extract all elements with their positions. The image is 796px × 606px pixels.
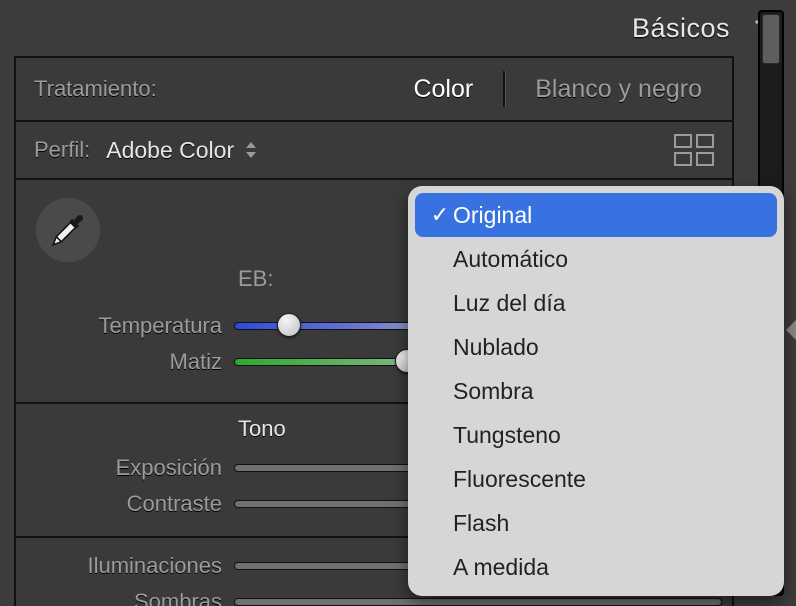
wb-menu-item-label: Automático	[453, 246, 568, 273]
treatment-separator	[503, 71, 505, 107]
profile-value[interactable]: Adobe Color	[106, 137, 234, 164]
temperature-label: Temperatura	[16, 313, 234, 339]
contrast-label: Contraste	[16, 491, 234, 517]
highlights-label: Iluminaciones	[16, 553, 234, 579]
develop-basic-panel: Básicos Tratamiento: Color Blanco y negr…	[0, 0, 796, 606]
profile-row: Perfil: Adobe Color	[16, 122, 732, 180]
profile-label: Perfil:	[34, 137, 90, 163]
panel-title: Básicos	[632, 13, 730, 44]
wb-menu-item-label: Fluorescente	[453, 466, 586, 493]
wb-menu-item-label: Luz del día	[453, 290, 566, 317]
wb-menu-item-label: A medida	[453, 554, 549, 581]
wb-menu-item[interactable]: Tungsteno	[415, 413, 777, 457]
treatment-row: Tratamiento: Color Blanco y negro	[16, 58, 732, 122]
wb-menu-item[interactable]: Sombra	[415, 369, 777, 413]
wb-menu-item-label: Original	[453, 202, 532, 229]
treatment-label: Tratamiento:	[34, 76, 157, 102]
white-balance-dropper-button[interactable]	[36, 198, 100, 262]
wb-menu-item[interactable]: Automático	[415, 237, 777, 281]
tint-label: Matiz	[16, 349, 234, 375]
tone-title: Tono	[238, 416, 286, 442]
shadows-slider[interactable]	[234, 598, 722, 606]
wb-menu-item[interactable]: Fluorescente	[415, 457, 777, 501]
temperature-knob[interactable]	[277, 313, 301, 337]
wb-menu-item-label: Flash	[453, 510, 509, 537]
wb-menu-item[interactable]: A medida	[415, 545, 777, 589]
eyedropper-icon	[44, 206, 92, 254]
wb-preset-menu[interactable]: ✓Original Automático Luz del día Nublado Som…	[408, 186, 784, 596]
exposure-label: Exposición	[16, 455, 234, 481]
profile-browser-icon[interactable]	[674, 134, 714, 166]
panel-edge-arrow-icon[interactable]	[786, 320, 796, 340]
checkmark-icon: ✓	[427, 202, 453, 228]
wb-menu-item-label: Tungsteno	[453, 422, 561, 449]
panel-header[interactable]: Básicos	[0, 0, 796, 56]
shadows-label: Sombras	[16, 589, 234, 606]
treatment-bw-option[interactable]: Blanco y negro	[523, 75, 714, 104]
profile-stepper-icon[interactable]	[244, 141, 258, 159]
wb-menu-item[interactable]: Nublado	[415, 325, 777, 369]
wb-menu-item[interactable]: ✓Original	[415, 193, 777, 237]
wb-menu-item-label: Sombra	[453, 378, 534, 405]
wb-menu-item[interactable]: Luz del día	[415, 281, 777, 325]
wb-menu-item-label: Nublado	[453, 334, 539, 361]
wb-label: EB:	[238, 266, 273, 292]
scrollbar-thumb[interactable]	[762, 14, 780, 64]
wb-menu-item[interactable]: Flash	[415, 501, 777, 545]
treatment-color-option[interactable]: Color	[401, 75, 485, 104]
